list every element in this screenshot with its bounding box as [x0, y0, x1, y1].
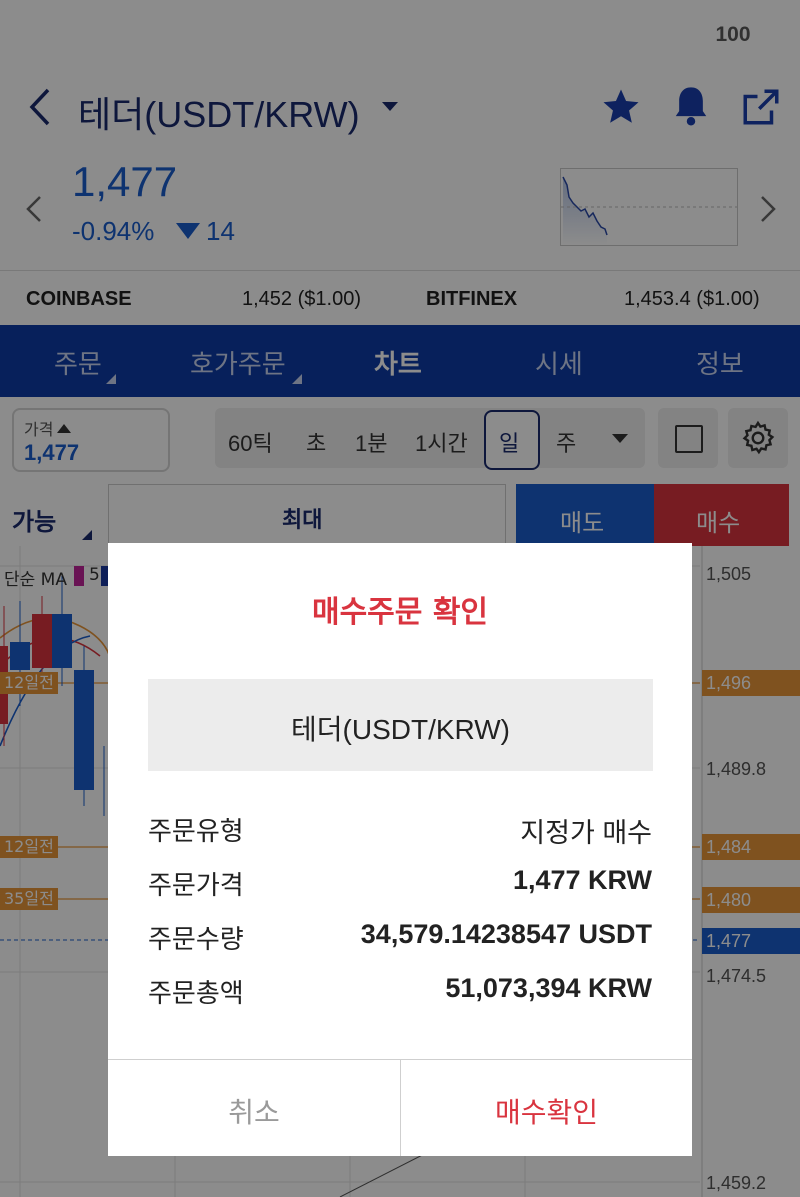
order-type-label: 주문유형 — [148, 817, 244, 847]
order-quantity-value: 34,579.14238547 USDT — [360, 919, 652, 949]
order-price-value: 1,477 KRW — [512, 865, 652, 895]
order-total-label: 주문총액 — [148, 979, 244, 1009]
dialog-title: 매수주문 확인 — [311, 595, 489, 630]
confirm-buy-label[interactable]: 매수확인 — [401, 1091, 692, 1131]
order-total-value: 51,073,394 KRW — [445, 973, 652, 1003]
order-quantity-label: 주문수량 — [148, 925, 244, 955]
cancel-label[interactable]: 취소 — [108, 1091, 400, 1131]
product-name: 테더(USDT/KRW) — [291, 714, 510, 745]
order-type-value: 지정가 매수 — [520, 818, 652, 848]
buy-confirm-dialog: 매수주문 확인 테더(USDT/KRW) 주문유형 지정가 매수 주문가격 1,… — [108, 543, 692, 1156]
order-price-label: 주문가격 — [148, 871, 244, 901]
